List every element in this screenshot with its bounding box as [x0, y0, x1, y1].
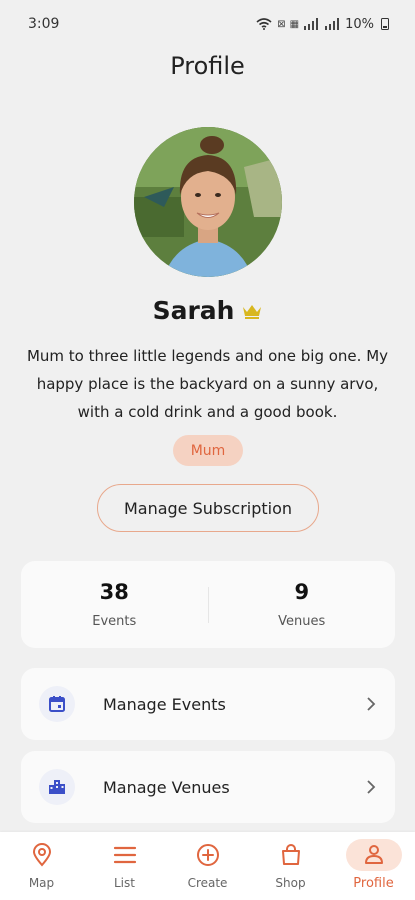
- nav-label: Profile: [353, 876, 394, 891]
- buildings-icon: [49, 780, 65, 794]
- status-icons: ⊠ ▦ 10%: [256, 17, 389, 32]
- status-time: 3:09: [28, 16, 60, 32]
- menu-icon-container: [39, 686, 75, 722]
- user-icon: [364, 845, 383, 864]
- signal-icon: [325, 18, 340, 30]
- menu-icon-container: [39, 769, 75, 805]
- avatar-photo: [134, 127, 282, 277]
- signal-icon: [304, 18, 319, 30]
- manage-venues-item[interactable]: Manage Venues: [21, 751, 395, 823]
- nav-label: List: [114, 876, 135, 890]
- battery-icon: [381, 18, 389, 30]
- bio-line: Mum to three little legends and one big …: [26, 347, 389, 365]
- crown-icon: [243, 304, 262, 319]
- stat-label: Venues: [278, 614, 326, 629]
- stat-label: Events: [92, 614, 137, 629]
- stat-events[interactable]: 38 Events: [21, 580, 208, 629]
- profile-name: Sarah: [152, 296, 235, 325]
- stats-card: 38 Events 9 Venues: [21, 561, 395, 648]
- chevron-right-icon: [367, 697, 376, 711]
- data-icon: ▦: [289, 18, 300, 30]
- shopping-bag-icon: [281, 844, 300, 865]
- wifi-icon: [256, 18, 272, 30]
- nav-item-map[interactable]: Map: [0, 832, 83, 900]
- stat-value: 9: [294, 580, 310, 604]
- manage-events-item[interactable]: Manage Events: [21, 668, 395, 740]
- profile-bio: Mum to three little legends and one big …: [20, 342, 395, 426]
- bio-line: with a cold drink and a good book.: [77, 403, 338, 421]
- bottom-nav: Map List Create Shop Profile: [0, 832, 415, 900]
- menu-label: Manage Venues: [103, 777, 230, 797]
- stat-value: 38: [99, 580, 129, 604]
- map-pin-icon: [32, 843, 51, 867]
- nav-label: Map: [28, 876, 55, 890]
- manage-subscription-button[interactable]: Manage Subscription: [97, 484, 319, 532]
- nav-item-profile[interactable]: Profile: [332, 832, 415, 900]
- nfc-icon: ⊠: [277, 18, 285, 30]
- nav-item-list[interactable]: List: [83, 832, 166, 900]
- plus-circle-icon: [196, 844, 219, 866]
- status-bar: 3:09 ⊠ ▦ 10%: [0, 0, 415, 48]
- avatar[interactable]: [134, 127, 282, 277]
- chevron-right-icon: [367, 780, 376, 794]
- bio-line: happy place is the backyard on a sunny a…: [36, 375, 379, 393]
- page-title: Profile: [170, 52, 245, 80]
- profile-tag: Mum: [173, 435, 243, 466]
- stat-venues[interactable]: 9 Venues: [209, 580, 396, 629]
- profile-name-row: Sarah: [0, 296, 415, 325]
- nav-label: Shop: [275, 876, 306, 890]
- nav-item-create[interactable]: Create: [166, 832, 249, 900]
- menu-label: Manage Events: [103, 694, 226, 714]
- list-icon: [113, 846, 136, 864]
- calendar-icon: [49, 696, 65, 712]
- nav-item-shop[interactable]: Shop: [249, 832, 332, 900]
- battery-percent: 10%: [345, 16, 374, 32]
- nav-label: Create: [187, 876, 228, 890]
